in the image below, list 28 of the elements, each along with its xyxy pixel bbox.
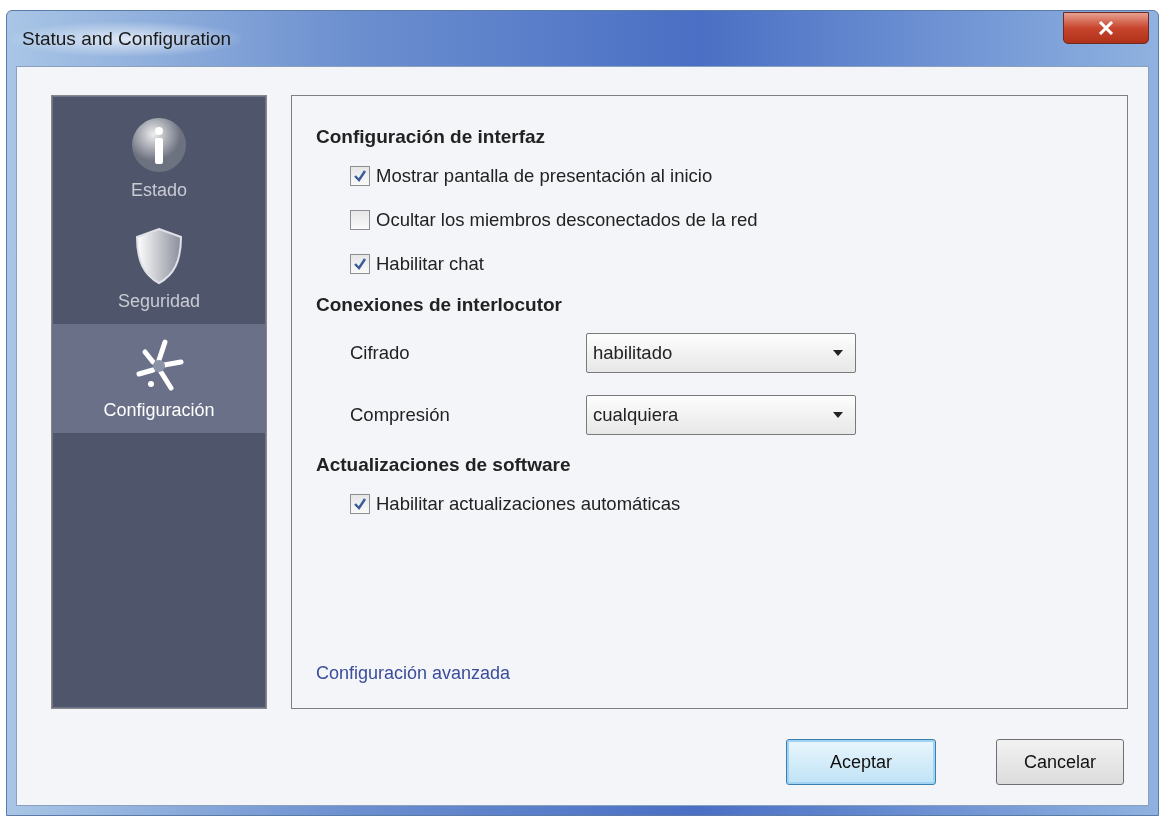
sidebar-item[interactable]: Configuración <box>52 324 266 433</box>
sidebar-item[interactable]: Estado <box>52 102 266 213</box>
field-label: Cifrado <box>350 342 411 364</box>
checkbox[interactable] <box>350 494 370 514</box>
field-label: Compresión <box>350 404 451 426</box>
section-heading: Configuración de interfaz <box>316 126 547 148</box>
checkbox-label: Ocultar los miembros desconectados de la red <box>376 209 758 231</box>
dropdown[interactable]: habilitado <box>586 333 856 373</box>
dialog-button[interactable]: Cancelar <box>996 739 1124 785</box>
checkbox-label: Habilitar chat <box>376 253 484 275</box>
checkbox[interactable] <box>350 166 370 186</box>
advanced-settings-link[interactable]: Configuración avanzada <box>316 663 511 683</box>
caret-icon <box>833 350 843 356</box>
checkbox-label: Habilitar actualizaciones automáticas <box>376 493 681 515</box>
checkbox-label: Mostrar pantalla de presentación al inicio <box>376 165 713 187</box>
section-heading: Actualizaciones de software <box>316 454 572 476</box>
section-heading: Conexiones de interlocutor <box>316 294 563 316</box>
shield-icon <box>134 227 184 285</box>
sidebar-item[interactable]: Seguridad <box>52 213 266 324</box>
dropdown[interactable]: cualquiera <box>586 395 856 435</box>
checkbox[interactable] <box>350 254 370 274</box>
info-icon <box>130 116 188 174</box>
dialog-button[interactable]: Aceptar <box>786 739 936 785</box>
checkbox[interactable] <box>350 210 370 230</box>
caret-icon <box>833 412 843 418</box>
window-title: Status and Configuration <box>12 21 242 56</box>
close-button[interactable] <box>1063 11 1149 44</box>
close-icon <box>1098 20 1114 35</box>
